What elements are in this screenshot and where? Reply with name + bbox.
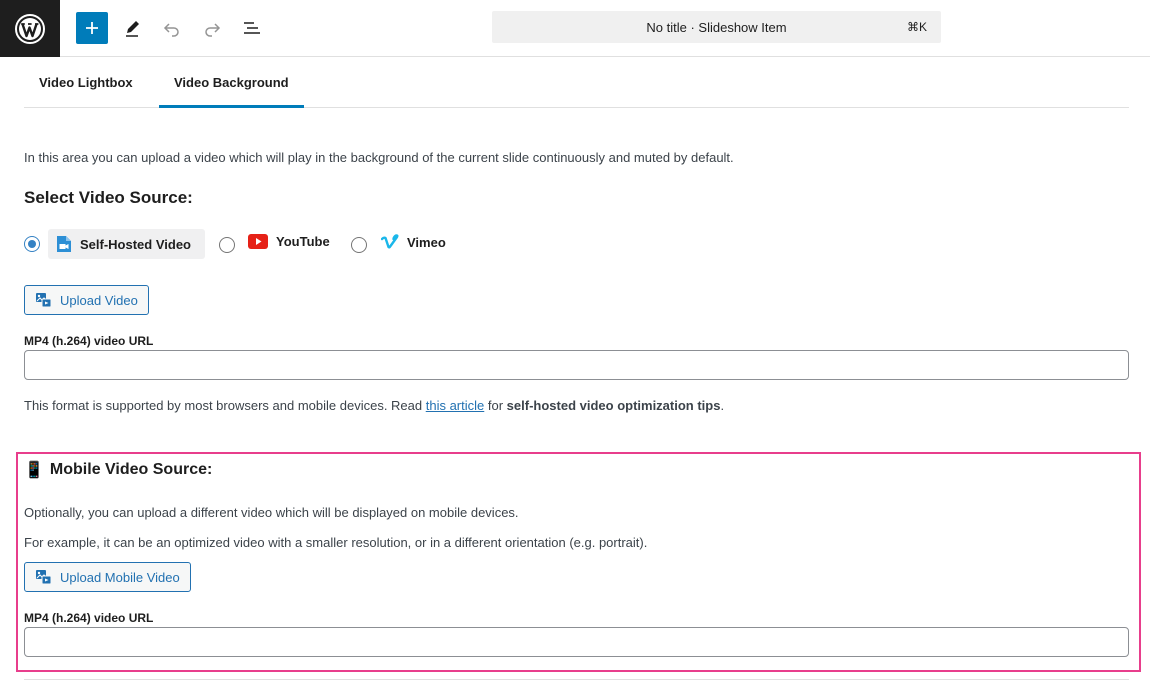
format-support-text: This format is supported by most browser… [24,398,724,413]
support-text-pre: This format is supported by most browser… [24,398,426,413]
shortcut-hint: ⌘K [906,20,927,34]
radio-self-hosted[interactable] [24,236,40,252]
intro-text: In this area you can upload a video whic… [24,150,734,165]
editor-toolbar: No title · Slideshow Item ⌘K [0,0,1150,57]
select-source-heading: Select Video Source: [24,188,193,207]
upload-mobile-video-button[interactable]: Upload Mobile Video [24,562,191,592]
radio-vimeo[interactable] [351,237,367,253]
support-text-mid: for [484,398,507,413]
redo-button[interactable] [198,14,226,42]
tab-video-lightbox[interactable]: Video Lightbox [24,58,148,107]
media-upload-icon [36,570,52,585]
radio-youtube[interactable] [219,237,235,253]
vimeo-icon [381,234,399,249]
mobile-description-1: Optionally, you can upload a different v… [24,505,519,520]
section-divider [24,679,1129,680]
list-view-button[interactable] [238,14,266,42]
pencil-icon [126,21,139,37]
list-view-icon [244,22,260,34]
media-upload-icon [36,293,52,308]
tab-video-background[interactable]: Video Background [159,58,304,108]
self-hosted-label: Self-Hosted Video [80,236,192,252]
plus-icon [86,22,98,34]
wordpress-logo-icon[interactable] [0,0,60,57]
youtube-icon [248,234,268,249]
video-url-label: MP4 (h.264) video URL [24,334,154,348]
video-url-input[interactable] [24,350,1129,380]
option-youtube[interactable]: YouTube [248,234,330,249]
mobile-video-url-input[interactable] [24,627,1129,657]
tools-button[interactable] [118,14,146,42]
article-link[interactable]: this article [426,398,485,413]
undo-icon [163,23,179,37]
mobile-heading-text: Mobile Video Source: [49,461,213,478]
document-title: No title · Slideshow Item [646,19,787,35]
mobile-video-url-label: MP4 (h.264) video URL [24,611,154,625]
command-palette-button[interactable]: No title · Slideshow Item ⌘K [492,11,941,43]
option-self-hosted[interactable]: Self-Hosted Video [56,235,191,253]
support-text-bold: self-hosted video optimization tips [506,398,721,413]
option-vimeo[interactable]: Vimeo [381,234,446,250]
redo-icon [205,23,221,37]
mobile-source-heading: 📱 Mobile Video Source: [24,460,212,480]
support-text-end: . [720,398,725,413]
upload-mobile-video-label: Upload Mobile Video [60,569,180,585]
video-file-icon [57,236,71,252]
video-tabs: Video Lightbox Video Background [24,58,1129,108]
mobile-description-2: For example, it can be an optimized vide… [24,535,648,550]
youtube-label: YouTube [276,234,330,249]
upload-video-button[interactable]: Upload Video [24,285,149,315]
undo-button[interactable] [158,14,186,42]
upload-video-label: Upload Video [60,292,138,308]
mobile-phone-icon: 📱 [24,462,44,479]
vimeo-label: Vimeo [407,234,446,250]
add-block-button[interactable] [76,12,108,44]
